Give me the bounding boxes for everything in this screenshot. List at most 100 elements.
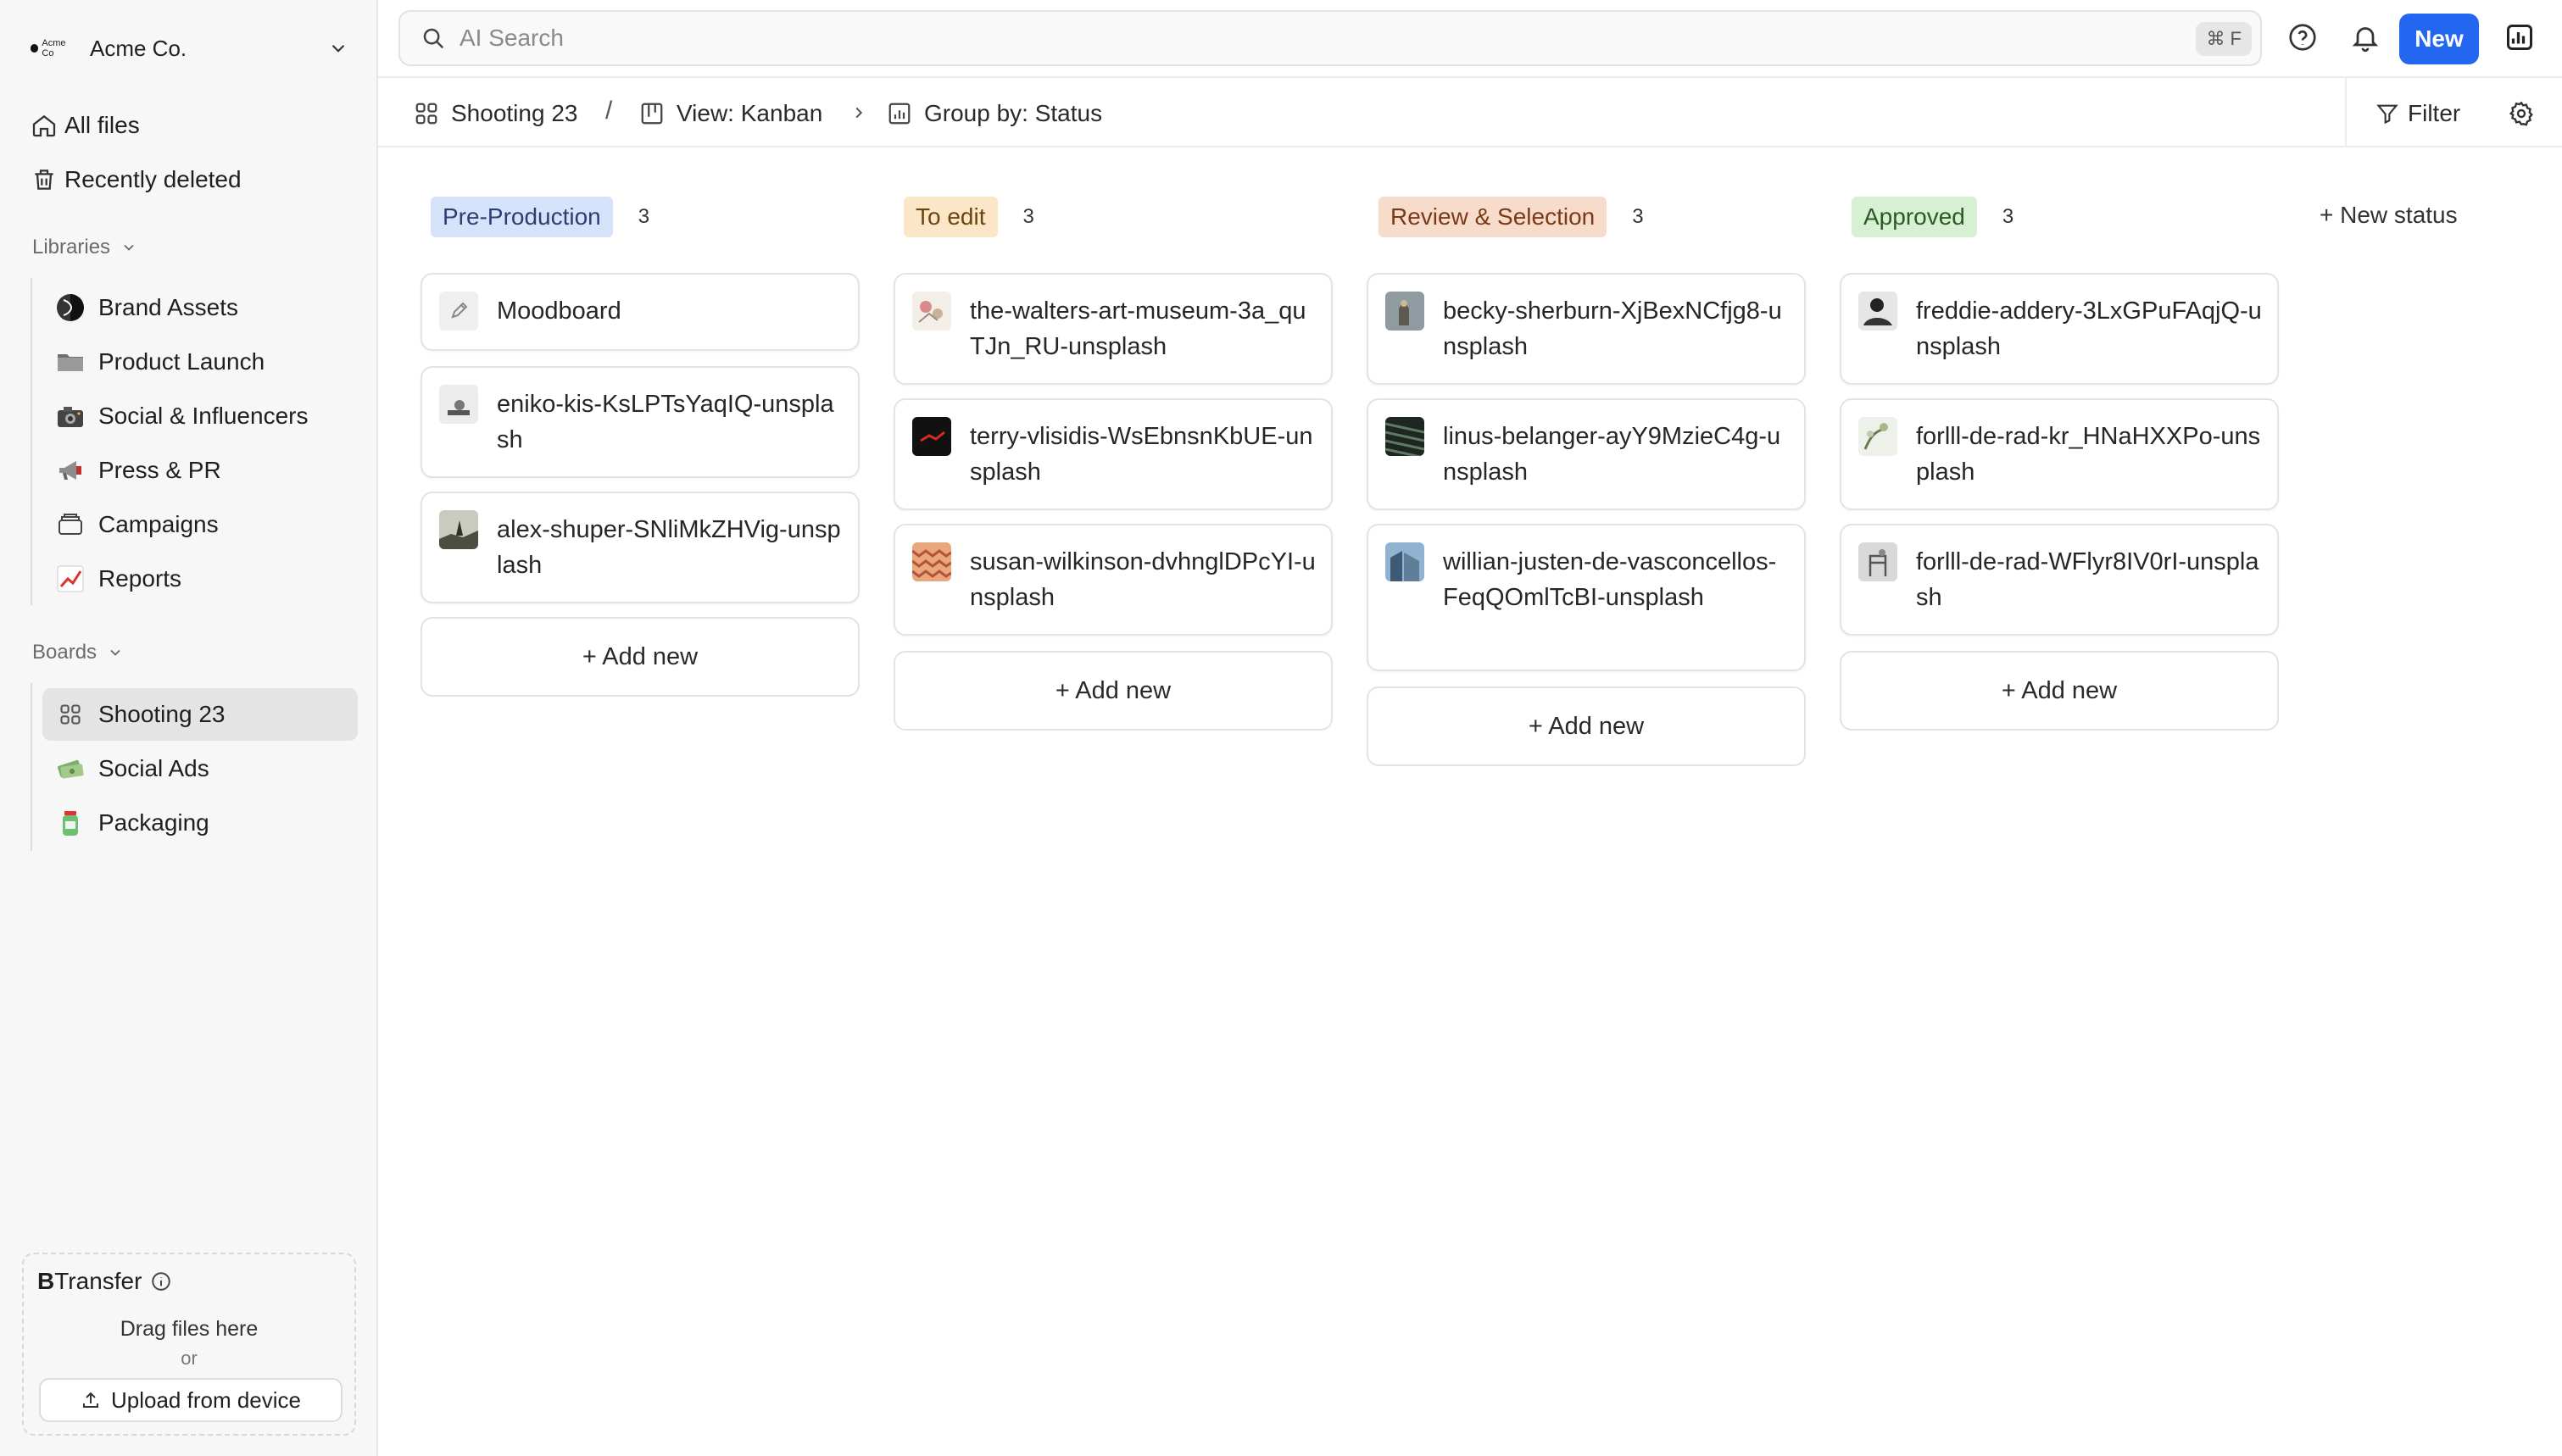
library-item-press-pr[interactable]: Press & PR xyxy=(42,444,358,497)
library-item-label: Social & Influencers xyxy=(98,403,309,429)
transfer-dropzone[interactable]: BTransfer Drag files here or Upload from… xyxy=(22,1253,356,1436)
library-item-social-influencers[interactable]: Social & Influencers xyxy=(42,390,358,442)
library-item-label: Campaigns xyxy=(98,511,219,537)
status-badge: Pre-Production xyxy=(431,197,613,237)
boards-section-toggle[interactable]: Boards xyxy=(32,641,124,664)
libraries-section-toggle[interactable]: Libraries xyxy=(32,236,137,259)
transfer-brand-rest: Transfer xyxy=(54,1268,142,1294)
add-new-card-button[interactable]: + Add new xyxy=(421,617,860,697)
transfer-brand: BTransfer xyxy=(37,1268,142,1295)
gear-icon xyxy=(2509,101,2533,126)
column-header-to-edit[interactable]: To edit 3 xyxy=(904,197,1034,237)
thumbnail xyxy=(439,510,478,549)
thumbnail xyxy=(1385,542,1424,581)
board-settings-button[interactable] xyxy=(2504,97,2538,131)
search-input[interactable] xyxy=(459,25,2070,52)
search-shortcut-badge: ⌘ F xyxy=(2196,22,2252,56)
chevron-right-icon xyxy=(855,107,863,119)
thumbnail xyxy=(1858,417,1897,456)
board-item-shooting-23[interactable]: Shooting 23 xyxy=(42,688,358,741)
add-new-card-button[interactable]: + Add new xyxy=(1367,686,1806,766)
app-window: Acme Co Acme Co. All files Recently dele… xyxy=(0,0,2562,1456)
group-chart-icon xyxy=(888,103,911,125)
library-item-label: Product Launch xyxy=(98,348,265,375)
column-header-review-selection[interactable]: Review & Selection 3 xyxy=(1378,197,1644,237)
card-forlll-de-rad-2[interactable]: forlll-de-rad-WFlyr8IV0rI-unsplash xyxy=(1840,524,2279,636)
card-freddie-addery[interactable]: freddie-addery-3LxGPuFAqjQ-unsplash xyxy=(1840,273,2279,385)
card-moodboard[interactable]: Moodboard xyxy=(421,273,860,351)
library-item-product-launch[interactable]: Product Launch xyxy=(42,336,358,388)
sidebar: Acme Co Acme Co. All files Recently dele… xyxy=(0,0,378,1456)
library-item-label: Reports xyxy=(98,565,182,592)
library-item-reports[interactable]: Reports xyxy=(42,553,358,605)
filter-label: Filter xyxy=(2408,100,2461,126)
search-icon xyxy=(423,28,444,49)
notifications-button[interactable] xyxy=(2347,19,2384,56)
library-item-brand-assets[interactable]: Brand Assets xyxy=(42,281,358,334)
or-text: or xyxy=(181,1348,198,1369)
card-walters-art-museum[interactable]: the-walters-art-museum-3a_quTJn_RU-unspl… xyxy=(894,273,1333,385)
breadcrumb-view-selector[interactable]: View: Kanban xyxy=(639,97,822,131)
edit-icon xyxy=(439,292,478,331)
board-item-label: Social Ads xyxy=(98,755,209,781)
breadcrumb-view-label: View: Kanban xyxy=(677,100,823,126)
board-item-packaging[interactable]: Packaging xyxy=(42,797,358,849)
column-header-pre-production[interactable]: Pre-Production 3 xyxy=(431,197,649,237)
workspace-switcher[interactable]: Acme Co Acme Co. xyxy=(31,25,349,71)
new-button[interactable]: New xyxy=(2399,14,2479,64)
breadcrumb-group-selector[interactable]: Group by: Status xyxy=(887,97,1102,131)
board-item-social-ads[interactable]: Social Ads xyxy=(42,742,358,795)
card-becky-sherburn[interactable]: becky-sherburn-XjBexNCfjg8-unsplash xyxy=(1367,273,1806,385)
column-count: 3 xyxy=(1022,205,1034,228)
column-header-approved[interactable]: Approved 3 xyxy=(1852,197,2013,237)
upload-icon xyxy=(83,1392,98,1408)
new-status-button[interactable]: + New status xyxy=(2320,202,2458,229)
add-new-card-button[interactable]: + Add new xyxy=(1840,651,2279,731)
column-count: 3 xyxy=(638,205,650,228)
card-willian-justen[interactable]: willian-justen-de-vasconcellos-FeqQOmlTc… xyxy=(1367,524,1806,671)
top-bar: ⌘ F New xyxy=(378,0,2562,78)
stack-icon xyxy=(56,510,85,539)
board-item-label: Packaging xyxy=(98,809,209,836)
camera-icon xyxy=(56,402,85,431)
card-forlll-de-rad-1[interactable]: forlll-de-rad-kr_HNaHXXPo-unsplash xyxy=(1840,398,2279,510)
bell-icon xyxy=(2352,27,2379,53)
card-title: Moodboard xyxy=(497,297,621,325)
nav-recently-deleted-label: Recently deleted xyxy=(64,166,242,192)
add-new-card-button[interactable]: + Add new xyxy=(894,651,1333,731)
card-terry-vlisidis[interactable]: terry-vlisidis-WsEbnsnKbUE-unsplash xyxy=(894,398,1333,510)
chart-icon xyxy=(56,564,85,593)
thumbnail xyxy=(1385,417,1424,456)
card-alex-shuper[interactable]: alex-shuper-SNliMkZHVig-unsplash xyxy=(421,492,860,603)
account-button[interactable] xyxy=(2501,19,2538,56)
board-item-label: Shooting 23 xyxy=(98,701,226,727)
help-icon xyxy=(2289,24,2316,51)
upload-from-device-button[interactable]: Upload from device xyxy=(39,1378,343,1422)
workspace-logo-text: Acme Co xyxy=(42,38,66,58)
column-count: 3 xyxy=(1632,205,1644,228)
card-title: the-walters-art-museum-3a_quTJn_RU-unspl… xyxy=(970,297,1306,360)
jar-icon xyxy=(56,809,85,837)
library-item-campaigns[interactable]: Campaigns xyxy=(42,498,358,551)
chevron-down-icon xyxy=(110,649,120,656)
card-susan-wilkinson[interactable]: susan-wilkinson-dvhnglDPcYI-unsplash xyxy=(894,524,1333,636)
help-button[interactable] xyxy=(2284,19,2321,56)
kanban-icon xyxy=(641,103,663,125)
nav-recently-deleted[interactable]: Recently deleted xyxy=(31,158,242,202)
chevron-down-icon xyxy=(124,244,134,251)
card-title: forlll-de-rad-kr_HNaHXXPo-unsplash xyxy=(1916,423,2261,486)
search-bar[interactable]: ⌘ F xyxy=(398,10,2262,66)
card-linus-belanger[interactable]: linus-belanger-ayY9MzieC4g-unsplash xyxy=(1367,398,1806,510)
info-icon[interactable] xyxy=(150,1270,172,1292)
breadcrumb-separator: / xyxy=(605,97,613,125)
libraries-label: Libraries xyxy=(32,236,111,258)
card-eniko-kis[interactable]: eniko-kis-KsLPTsYaqIQ-unsplash xyxy=(421,366,860,478)
nav-all-files[interactable]: All files xyxy=(31,103,140,147)
thumbnail xyxy=(439,385,478,424)
filter-button[interactable]: Filter xyxy=(2375,97,2460,131)
workspace-logo-mark xyxy=(31,44,39,53)
column-count: 3 xyxy=(2002,205,2014,228)
breadcrumb-board[interactable]: Shooting 23 xyxy=(414,97,577,131)
workspace-logo: Acme Co xyxy=(31,38,78,58)
libraries-tree-line xyxy=(31,278,32,605)
